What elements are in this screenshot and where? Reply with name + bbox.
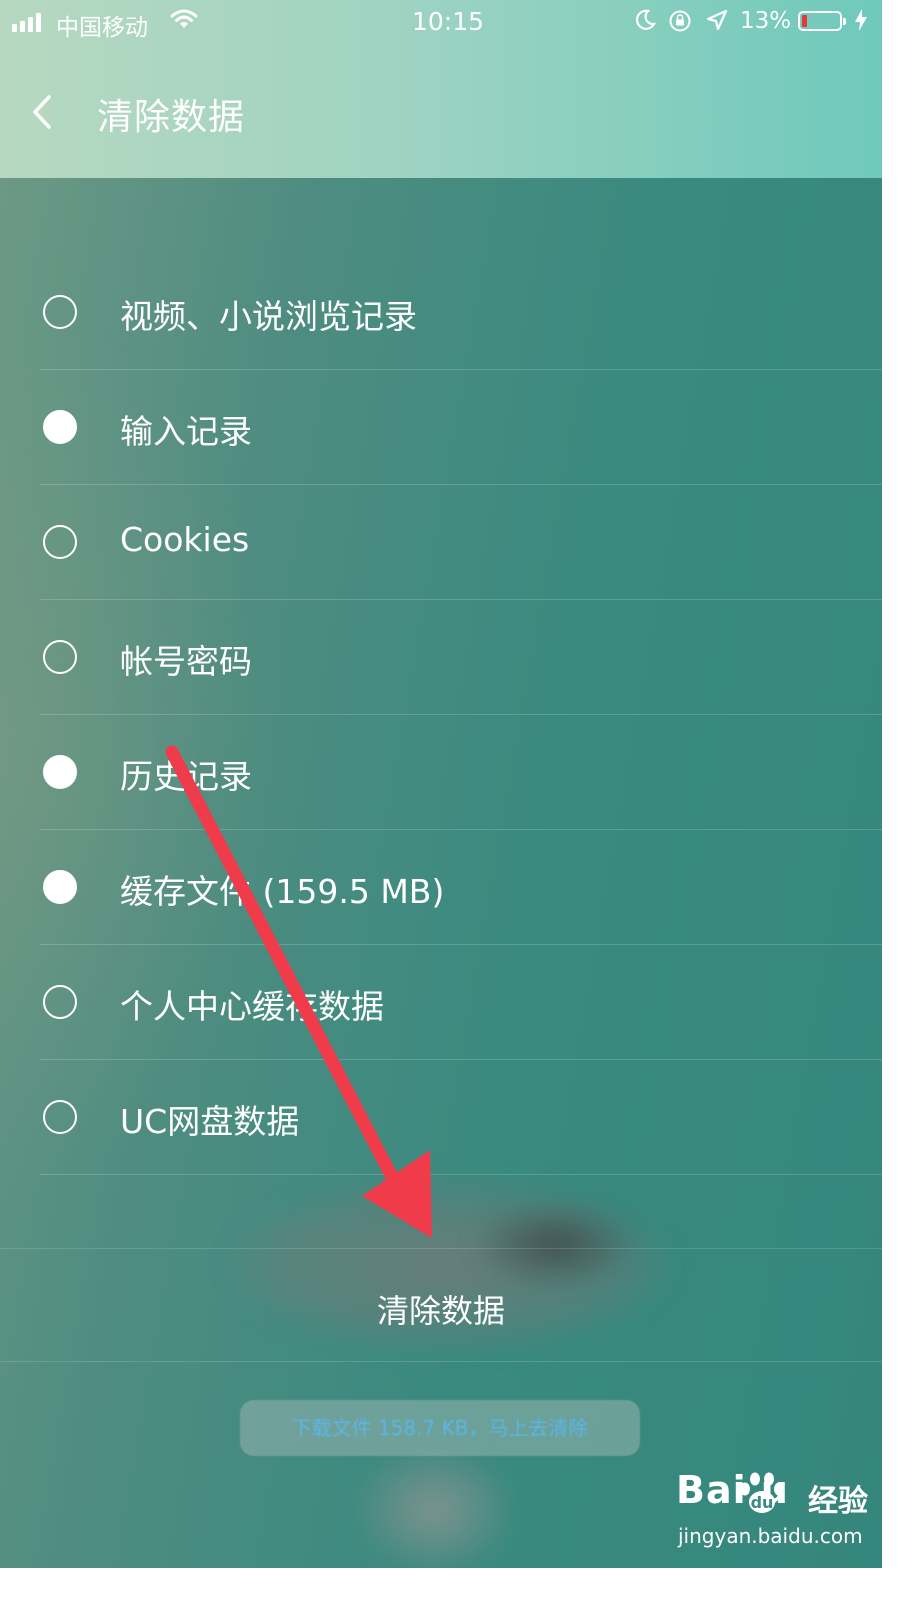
radio-icon[interactable] [43,985,77,1019]
option-label: 历史记录 [120,757,252,796]
radio-icon[interactable] [43,870,77,904]
clear-options-list: 视频、小说浏览记录 输入记录 Cookies 帐号密码 历史记录 缓存文件 (1… [0,255,882,1175]
svg-text:du: du [751,1493,774,1512]
moon-icon [634,9,656,37]
battery-icon [798,11,846,31]
clear-data-button[interactable]: 清除数据 [0,1248,882,1362]
option-label: UC网盘数据 [120,1102,300,1141]
watermark-label: 经验 [808,1484,868,1519]
radio-icon[interactable] [43,525,77,559]
radio-icon[interactable] [43,1100,77,1134]
option-label: 个人中心缓存数据 [120,987,384,1026]
clear-data-label: 清除数据 [376,1292,505,1330]
battery-percent: 13% [740,8,792,34]
watermark-url: jingyan.baidu.com [678,1524,863,1548]
option-label: 输入记录 [120,412,252,451]
signal-icon [12,12,41,32]
option-personal-center-cache[interactable]: 个人中心缓存数据 [0,945,882,1060]
header: 中国移动 10:15 13% 清除数据 [0,0,882,178]
option-video-novel-history[interactable]: 视频、小说浏览记录 [0,255,882,370]
radio-icon[interactable] [43,755,77,789]
option-label: 缓存文件 (159.5 MB) [120,872,445,911]
option-label: 帐号密码 [120,642,252,681]
option-account-passwords[interactable]: 帐号密码 [0,600,882,715]
clock: 10:15 [412,7,485,36]
screen: 中国移动 10:15 13% 清除数据 视频、小说浏览记录 输入记录 Cooki… [0,0,882,1568]
location-icon [706,9,728,37]
option-input-history[interactable]: 输入记录 [0,370,882,485]
wifi-icon [170,8,198,36]
radio-icon[interactable] [43,640,77,674]
option-cookies[interactable]: Cookies [0,485,882,600]
radio-icon[interactable] [43,410,77,444]
radio-icon[interactable] [43,295,77,329]
option-label: 视频、小说浏览记录 [120,297,417,336]
option-uc-cloud-data[interactable]: UC网盘数据 [0,1060,882,1175]
back-button[interactable] [22,88,62,136]
option-browsing-history[interactable]: 历史记录 [0,715,882,830]
option-cache-files[interactable]: 缓存文件 (159.5 MB) [0,830,882,945]
charging-icon [854,8,868,38]
paw-icon: du [734,1472,790,1522]
page-title: 清除数据 [97,97,246,138]
chevron-left-icon [33,95,51,129]
download-toast[interactable]: 下载文件 158.7 KB，马上去清除 [240,1400,640,1456]
option-label: Cookies [120,520,250,559]
rotation-lock-icon [668,9,692,39]
baidu-jingyan-watermark: Bai u du 经验 jingyan.baidu.com [676,1468,876,1558]
carrier-name: 中国移动 [56,15,148,41]
status-bar: 中国移动 10:15 13% [0,0,882,44]
